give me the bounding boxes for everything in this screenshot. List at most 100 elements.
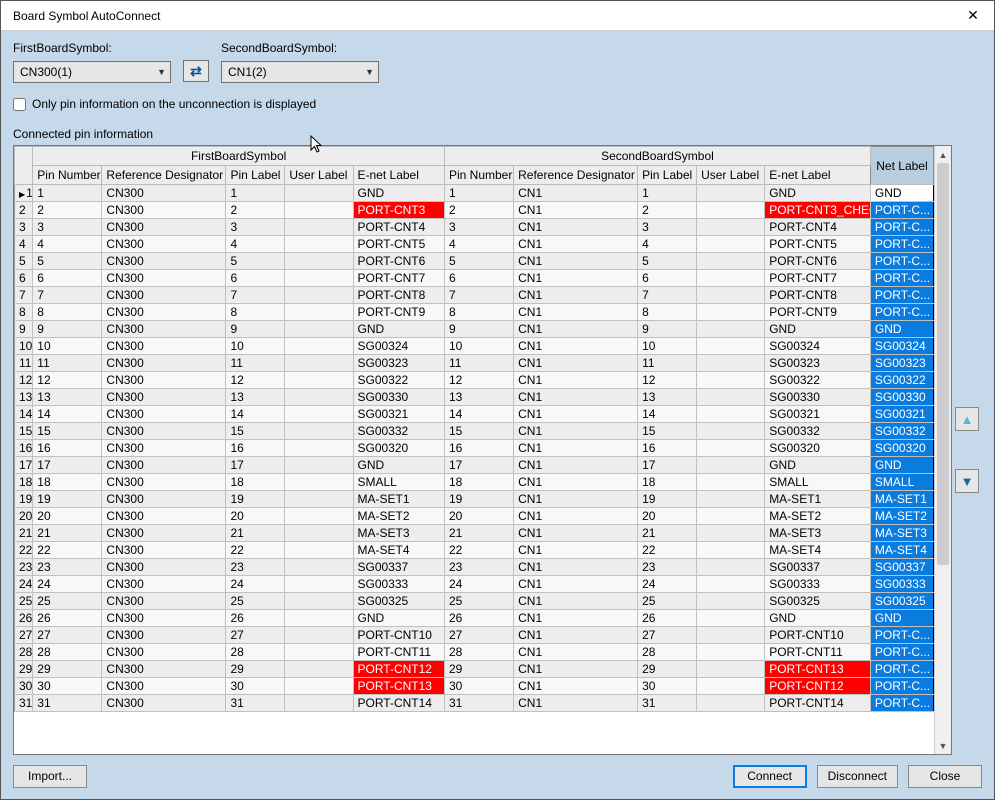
cell-userlabel <box>285 559 353 576</box>
table-row[interactable]: 1010CN30010SG0032410CN110SG00324SG00324 <box>15 338 934 355</box>
pin-grid[interactable]: FirstBoardSymbol SecondBoardSymbol Net L… <box>13 145 952 755</box>
cell-pin-number: 2 <box>33 202 102 219</box>
cell-refdes: CN300 <box>102 321 226 338</box>
cell-userlabel <box>285 627 353 644</box>
cell-pinlabel: 28 <box>638 644 697 661</box>
table-row[interactable]: 3030CN30030PORT-CNT1330CN130PORT-CNT12PO… <box>15 678 934 695</box>
cell-enet: MA-SET4 <box>353 542 444 559</box>
cell-userlabel <box>285 219 353 236</box>
scroll-down-icon[interactable]: ▼ <box>935 737 952 754</box>
table-row[interactable]: 55CN3005PORT-CNT65CN15PORT-CNT6PORT-C... <box>15 253 934 270</box>
cell-enet: SG00325 <box>765 593 871 610</box>
col-pin-num-2[interactable]: Pin Number <box>444 166 513 185</box>
cell-pinlabel: 5 <box>226 253 285 270</box>
table-row[interactable]: 1616CN30016SG0032016CN116SG00320SG00320 <box>15 440 934 457</box>
cell-pinlabel: 26 <box>638 610 697 627</box>
cell-refdes: CN300 <box>102 270 226 287</box>
connect-button[interactable]: Connect <box>733 765 807 788</box>
cell-pinlabel: 10 <box>226 338 285 355</box>
cell-refdes: CN300 <box>102 661 226 678</box>
table-row[interactable]: 2626CN30026GND26CN126GNDGND <box>15 610 934 627</box>
table-row[interactable]: 77CN3007PORT-CNT87CN17PORT-CNT8PORT-C... <box>15 287 934 304</box>
cell-pin-number: 21 <box>33 525 102 542</box>
cell-enet: PORT-CNT6 <box>765 253 871 270</box>
col-enet-1[interactable]: E-net Label <box>353 166 444 185</box>
table-row[interactable]: 1111CN30011SG0032311CN111SG00323SG00323 <box>15 355 934 372</box>
col-refdes-2[interactable]: Reference Designator <box>514 166 638 185</box>
cell-netlabel: MA-SET3 <box>870 525 933 542</box>
cell-pinlabel: 29 <box>226 661 285 678</box>
cell-pin-number: 15 <box>444 423 513 440</box>
cell-userlabel <box>285 661 353 678</box>
cell-userlabel <box>697 508 765 525</box>
cell-pin-number: 27 <box>444 627 513 644</box>
swap-button[interactable]: ⇄ <box>183 60 209 82</box>
table-row[interactable]: 2121CN30021MA-SET321CN121MA-SET3MA-SET3 <box>15 525 934 542</box>
table-row[interactable]: 33CN3003PORT-CNT43CN13PORT-CNT4PORT-C... <box>15 219 934 236</box>
col-enet-2[interactable]: E-net Label <box>765 166 871 185</box>
table-row[interactable]: 1818CN30018SMALL18CN118SMALLSMALL <box>15 474 934 491</box>
cell-pin-number: 19 <box>444 491 513 508</box>
table-row[interactable]: 2323CN30023SG0033723CN123SG00337SG00337 <box>15 559 934 576</box>
second-board-combo[interactable]: CN1(2) ▼ <box>221 61 379 83</box>
table-row[interactable]: 22CN3002PORT-CNT32CN12PORT-CNT3_CHECKPOR… <box>15 202 934 219</box>
cell-enet: PORT-CNT4 <box>765 219 871 236</box>
table-row[interactable]: 2828CN30028PORT-CNT1128CN128PORT-CNT11PO… <box>15 644 934 661</box>
table-row[interactable]: 3131CN30031PORT-CNT1431CN131PORT-CNT14PO… <box>15 695 934 712</box>
import-button[interactable]: Import... <box>13 765 87 788</box>
table-row[interactable]: 99CN3009GND9CN19GNDGND <box>15 321 934 338</box>
close-button[interactable]: Close <box>908 765 982 788</box>
col-userlabel-1[interactable]: User Label <box>285 166 353 185</box>
cell-enet: SG00324 <box>353 338 444 355</box>
table-row[interactable]: 2424CN30024SG0033324CN124SG00333SG00333 <box>15 576 934 593</box>
table-row[interactable]: 2525CN30025SG0032525CN125SG00325SG00325 <box>15 593 934 610</box>
cell-pin-number: 23 <box>33 559 102 576</box>
cell-enet: GND <box>765 321 871 338</box>
table-row[interactable]: 2020CN30020MA-SET220CN120MA-SET2MA-SET2 <box>15 508 934 525</box>
cell-pinlabel: 9 <box>638 321 697 338</box>
cell-enet: SG00321 <box>765 406 871 423</box>
table-row[interactable]: 1919CN30019MA-SET119CN119MA-SET1MA-SET1 <box>15 491 934 508</box>
cell-pin-number: 10 <box>33 338 102 355</box>
table-row[interactable]: 2929CN30029PORT-CNT1229CN129PORT-CNT13PO… <box>15 661 934 678</box>
cell-netlabel: PORT-C... <box>870 236 933 253</box>
table-row[interactable]: 2222CN30022MA-SET422CN122MA-SET4MA-SET4 <box>15 542 934 559</box>
col-pin-num-1[interactable]: Pin Number <box>33 166 102 185</box>
table-row[interactable]: 11CN3001GND1CN11GNDGND <box>15 185 934 202</box>
table-row[interactable]: 1212CN30012SG0032212CN112SG00322SG00322 <box>15 372 934 389</box>
close-icon[interactable]: ✕ <box>952 1 994 30</box>
cell-pin-number: 18 <box>33 474 102 491</box>
cell-userlabel <box>697 559 765 576</box>
col-netlabel[interactable]: Net Label <box>870 147 933 185</box>
cell-userlabel <box>285 304 353 321</box>
disconnect-button[interactable]: Disconnect <box>817 765 898 788</box>
table-row[interactable]: 1414CN30014SG0032114CN114SG00321SG00321 <box>15 406 934 423</box>
table-row[interactable]: 1717CN30017GND17CN117GNDGND <box>15 457 934 474</box>
move-up-button[interactable]: ▲ <box>955 407 979 431</box>
table-row[interactable]: 1515CN30015SG0033215CN115SG00332SG00332 <box>15 423 934 440</box>
cell-refdes: CN1 <box>514 593 638 610</box>
cell-refdes: CN300 <box>102 457 226 474</box>
row-index: 13 <box>15 389 33 406</box>
move-down-button[interactable]: ▼ <box>955 469 979 493</box>
row-index: 16 <box>15 440 33 457</box>
table-row[interactable]: 1313CN30013SG0033013CN113SG00330SG00330 <box>15 389 934 406</box>
connected-pin-info-label: Connected pin information <box>13 127 982 141</box>
cell-pin-number: 31 <box>33 695 102 712</box>
only-unconnected-checkbox[interactable] <box>13 98 26 111</box>
cell-pin-number: 31 <box>444 695 513 712</box>
scrollbar-thumb[interactable] <box>937 163 949 565</box>
vertical-scrollbar[interactable]: ▲ ▼ <box>934 146 951 754</box>
scroll-up-icon[interactable]: ▲ <box>935 146 952 163</box>
col-refdes-1[interactable]: Reference Designator <box>102 166 226 185</box>
table-row[interactable]: 88CN3008PORT-CNT98CN18PORT-CNT9PORT-C... <box>15 304 934 321</box>
col-pinlabel-2[interactable]: Pin Label <box>638 166 697 185</box>
table-row[interactable]: 2727CN30027PORT-CNT1027CN127PORT-CNT10PO… <box>15 627 934 644</box>
table-row[interactable]: 66CN3006PORT-CNT76CN16PORT-CNT7PORT-C... <box>15 270 934 287</box>
col-userlabel-2[interactable]: User Label <box>697 166 765 185</box>
col-pinlabel-1[interactable]: Pin Label <box>226 166 285 185</box>
table-row[interactable]: 44CN3004PORT-CNT54CN14PORT-CNT5PORT-C... <box>15 236 934 253</box>
first-board-combo[interactable]: CN300(1) ▼ <box>13 61 171 83</box>
cell-enet: PORT-CNT13 <box>353 678 444 695</box>
cell-pinlabel: 26 <box>226 610 285 627</box>
